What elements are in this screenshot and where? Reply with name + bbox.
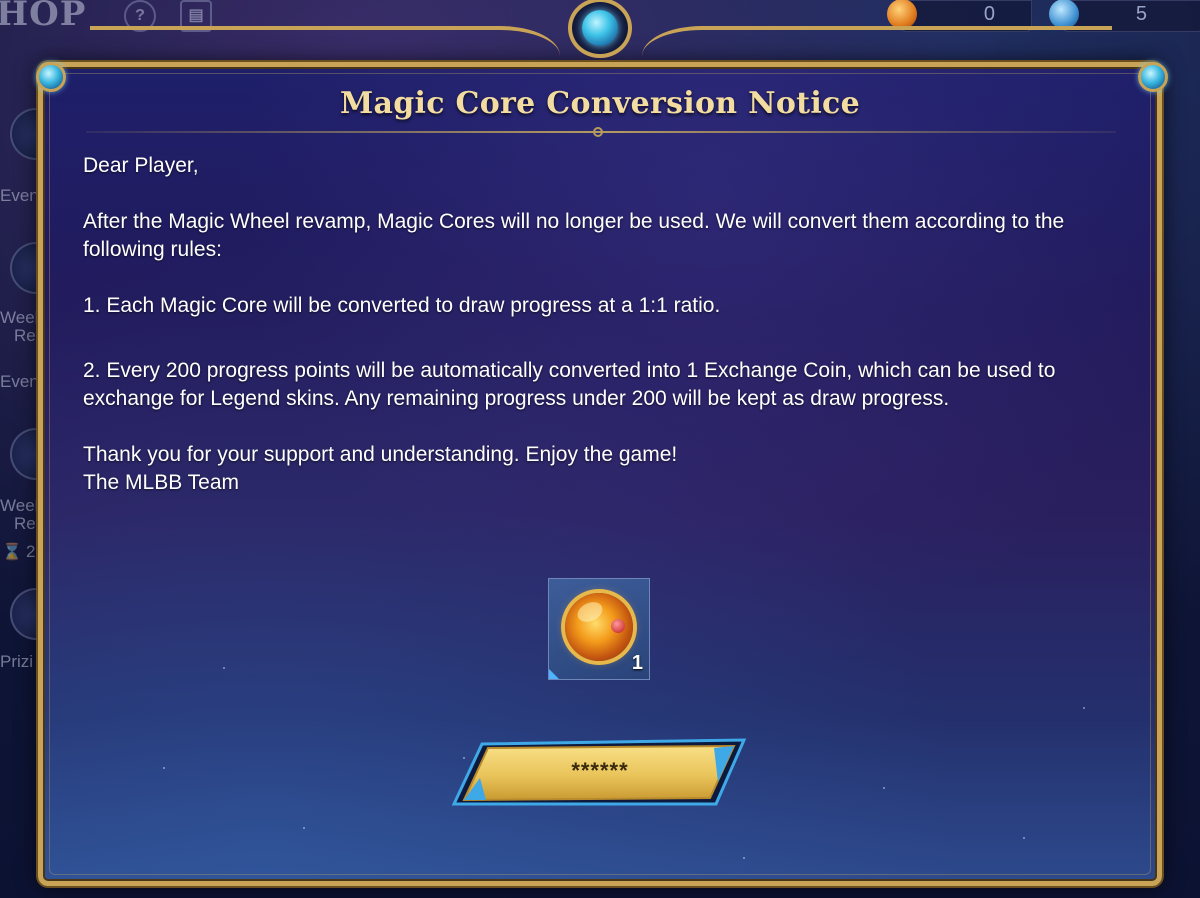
orb-shine [574,598,606,626]
side-label-prize: Prizi [0,652,34,671]
star-decoration [1083,707,1085,709]
confirm-button[interactable]: ****** [452,738,748,808]
orb-gem [611,619,625,633]
shop-title: HOP [0,0,87,34]
notice-signature: The MLBB Team [83,471,240,494]
hourglass-icon: ⌛ [2,544,22,561]
side-label-event: Even [0,186,39,205]
blue-gem-icon [582,10,618,46]
frame-arc-right [642,26,1112,60]
frame-arc-left [90,26,560,60]
notice-rule-2: 2. Every 200 progress points will be aut… [83,359,1056,410]
magic-core-icon [565,593,633,661]
magic-core-icon [887,0,917,29]
crystal-icon [1049,0,1079,29]
reward-item[interactable]: 1 [548,578,650,680]
notice-rule-1: 1. Each Magic Core will be converted to … [83,294,721,317]
reward-rarity-corner [549,669,559,679]
magic-core-amount: 0 [983,3,995,25]
side-label-timer: 2 [26,542,36,561]
star-decoration [743,857,745,859]
star-decoration [1023,837,1025,839]
confirm-button-label: ****** [571,758,629,783]
notice-title: Magic Core Conversion Notice [340,86,860,121]
star-decoration [163,767,165,769]
reward-count: 1 [631,652,643,674]
notice-greeting: Dear Player, [83,154,199,177]
star-decoration [303,827,305,829]
side-label-event-2: Even [0,372,39,391]
notice-closing: Thank you for your support and understan… [83,443,678,466]
star-decoration [223,667,225,669]
title-divider-dot [593,127,603,137]
top-crest [560,0,642,62]
side-label-weekly: Week [0,308,44,327]
notice-intro: After the Magic Wheel revamp, Magic Core… [83,210,1065,261]
star-decoration [883,787,885,789]
side-label-weekly-2: Week [0,496,44,515]
crystal-amount: 5 [1135,3,1147,25]
